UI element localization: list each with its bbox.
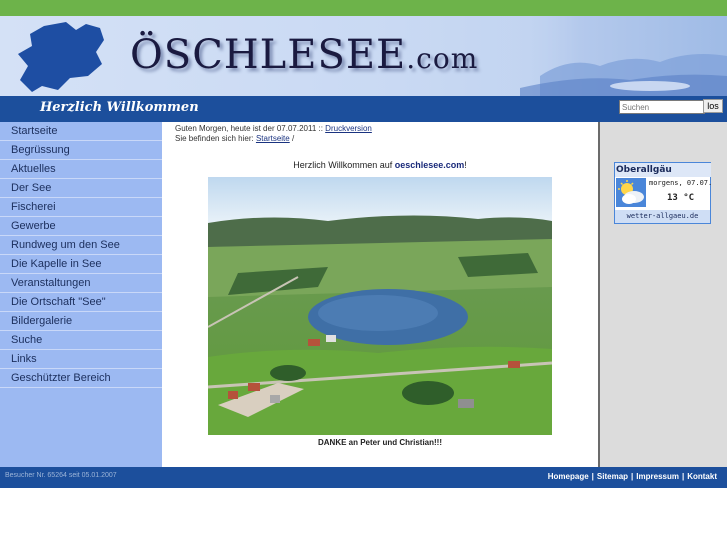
search-input[interactable] <box>619 100 705 114</box>
visitor-counter: Besucher Nr. 65264 seit 05.01.2007 <box>5 472 117 479</box>
sidebar-item-begruessung[interactable]: Begrüssung <box>0 141 162 160</box>
weather-temperature: 13 °C <box>667 193 695 203</box>
greeting-text: Guten Morgen, heute ist der 07.07.2011 :… <box>175 124 326 133</box>
intro-heading: Herzlich Willkommen auf oeschlesee.com! <box>293 160 467 170</box>
nav-bar: Herzlich Willkommen los <box>0 96 727 122</box>
breadcrumb-prefix: Sie befinden sich hier: <box>175 134 256 143</box>
cloudy-sun-icon <box>616 178 646 207</box>
breadcrumb-suffix: / <box>289 134 295 143</box>
greeting-block: Guten Morgen, heute ist der 07.07.2011 :… <box>175 124 372 144</box>
welcome-heading: Herzlich Willkommen <box>40 100 199 115</box>
top-accent-bar <box>0 0 727 16</box>
sidebar-item-geschuetzter-bereich[interactable]: Geschützter Bereich <box>0 369 162 388</box>
sidebar-item-der-see[interactable]: Der See <box>0 179 162 198</box>
footer-link-impressum[interactable]: Impressum <box>636 472 679 481</box>
footer-link-sitemap[interactable]: Sitemap <box>597 472 628 481</box>
sidebar-item-bildergalerie[interactable]: Bildergalerie <box>0 312 162 331</box>
sidebar-menu: Startseite Begrüssung Aktuelles Der See … <box>0 122 162 467</box>
sidebar-item-links[interactable]: Links <box>0 350 162 369</box>
sidebar-item-ortschaft[interactable]: Die Ortschaft "See" <box>0 293 162 312</box>
breadcrumb-home-link[interactable]: Startseite <box>256 134 290 143</box>
main-content: Guten Morgen, heute ist der 07.07.2011 :… <box>162 122 598 467</box>
photo-caption: DANKE an Peter und Christian!!! <box>317 438 442 447</box>
footer-separator: | <box>591 472 594 481</box>
print-version-link[interactable]: Druckversion <box>325 124 372 133</box>
intro-site-name: oeschlesee.com <box>394 160 465 170</box>
weather-source-link[interactable]: wetter-allgaeu.de <box>615 210 710 223</box>
sidebar-item-veranstaltungen[interactable]: Veranstaltungen <box>0 274 162 293</box>
header-landscape-image <box>500 16 727 96</box>
weather-widget[interactable]: Oberallgäu morgens, 07.07. 13 °C wetter-… <box>614 162 713 224</box>
site-title: ÖSCHLESEE.com <box>130 32 479 78</box>
lake-logo-icon[interactable] <box>14 18 114 94</box>
right-column: Oberallgäu morgens, 07.07. 13 °C wetter-… <box>598 122 727 467</box>
sidebar-item-aktuelles[interactable]: Aktuelles <box>0 160 162 179</box>
breadcrumb: Sie befinden sich hier: Startseite / <box>175 134 372 144</box>
footer-link-homepage[interactable]: Homepage <box>548 472 589 481</box>
footer-separator: | <box>681 472 685 481</box>
sidebar-item-rundweg[interactable]: Rundweg um den See <box>0 236 162 255</box>
sidebar-item-startseite[interactable]: Startseite <box>0 122 162 141</box>
footer-links: Homepage | Sitemap | Impressum | Kontakt <box>548 472 717 481</box>
sidebar-item-kapelle[interactable]: Die Kapelle in See <box>0 255 162 274</box>
site-header: ÖSCHLESEE.com <box>0 16 727 96</box>
weather-date: morgens, 07.07. <box>649 179 713 187</box>
site-footer: Besucher Nr. 65264 seit 05.01.2007 Homep… <box>0 467 727 488</box>
footer-link-kontakt[interactable]: Kontakt <box>687 472 717 481</box>
sidebar-item-gewerbe[interactable]: Gewerbe <box>0 217 162 236</box>
sidebar-item-fischerei[interactable]: Fischerei <box>0 198 162 217</box>
weather-region: Oberallgäu <box>615 163 711 177</box>
sidebar-item-suche[interactable]: Suche <box>0 331 162 350</box>
lake-aerial-photo <box>208 177 552 435</box>
search-button[interactable]: los <box>703 99 723 113</box>
